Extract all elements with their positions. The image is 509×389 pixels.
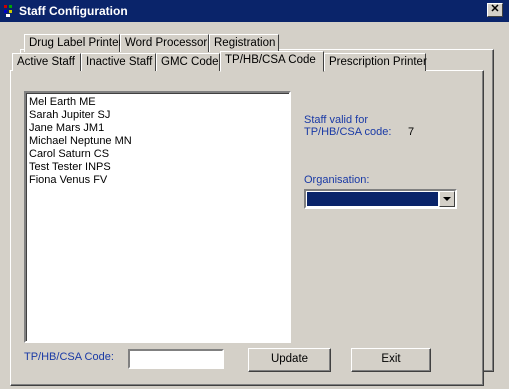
tab-word-processor[interactable]: Word Processor [120, 34, 209, 52]
close-button[interactable]: ✕ [487, 3, 503, 17]
tab-label: Drug Label Printer [29, 37, 123, 49]
tab-label: Inactive Staff [86, 56, 153, 68]
organisation-dropdown[interactable] [304, 189, 457, 209]
exit-button[interactable]: Exit [351, 348, 431, 372]
staff-listbox[interactable]: Mel Earth ME Sarah Jupiter SJ Jane Mars … [24, 91, 291, 343]
title-bar[interactable]: Staff Configuration ✕ [0, 0, 509, 22]
organisation-selected [307, 192, 438, 206]
code-count-value: 7 [408, 126, 415, 138]
tab-drug-label-printer[interactable]: Drug Label Printer [24, 34, 123, 52]
code-input[interactable] [128, 349, 224, 369]
chevron-down-icon [443, 196, 451, 201]
code-label: TP/HB/CSA code: [304, 126, 392, 138]
tab-inactive-staff[interactable]: Inactive Staff [81, 53, 156, 71]
list-item[interactable]: Jane Mars JM1 [29, 122, 289, 135]
staff-valid-label: Staff valid for [304, 114, 368, 126]
tab-label: Prescription Printer [329, 56, 427, 68]
list-item[interactable]: Sarah Jupiter SJ [29, 109, 289, 122]
list-item[interactable]: Test Tester INPS [29, 161, 289, 174]
staff-configuration-window: Staff Configuration ✕ Drug Label Printer… [0, 0, 509, 389]
tab-tp-hb-csa-code[interactable]: TP/HB/CSA Code [220, 51, 324, 72]
tab-label: Word Processor [125, 37, 208, 49]
dropdown-button[interactable] [439, 191, 455, 207]
tab-label: TP/HB/CSA Code [225, 54, 316, 66]
tab-label: Registration [214, 37, 276, 49]
app-icon [4, 5, 12, 17]
list-item[interactable]: Fiona Venus FV [29, 174, 289, 187]
exit-button-label: Exit [381, 353, 401, 365]
close-icon: ✕ [490, 3, 500, 15]
tab-prescription-printer[interactable]: Prescription Printer [324, 53, 427, 71]
list-item[interactable]: Mel Earth ME [29, 96, 289, 109]
update-button-label: Update [270, 353, 309, 365]
tab-gmc-code[interactable]: GMC Code [156, 53, 220, 71]
list-item[interactable]: Carol Saturn CS [29, 148, 289, 161]
window-title: Staff Configuration [19, 4, 128, 18]
tab-registration[interactable]: Registration [209, 34, 279, 52]
list-item[interactable]: Michael Neptune MN [29, 135, 289, 148]
tab-label: GMC Code [161, 56, 219, 68]
organisation-label: Organisation: [304, 174, 370, 186]
tab-label: Active Staff [17, 56, 75, 68]
tab-active-staff[interactable]: Active Staff [12, 53, 81, 71]
update-button[interactable]: Update [248, 348, 331, 372]
staff-list: Mel Earth ME Sarah Jupiter SJ Jane Mars … [26, 93, 289, 187]
code-field-label: TP/HB/CSA Code: [24, 351, 114, 363]
